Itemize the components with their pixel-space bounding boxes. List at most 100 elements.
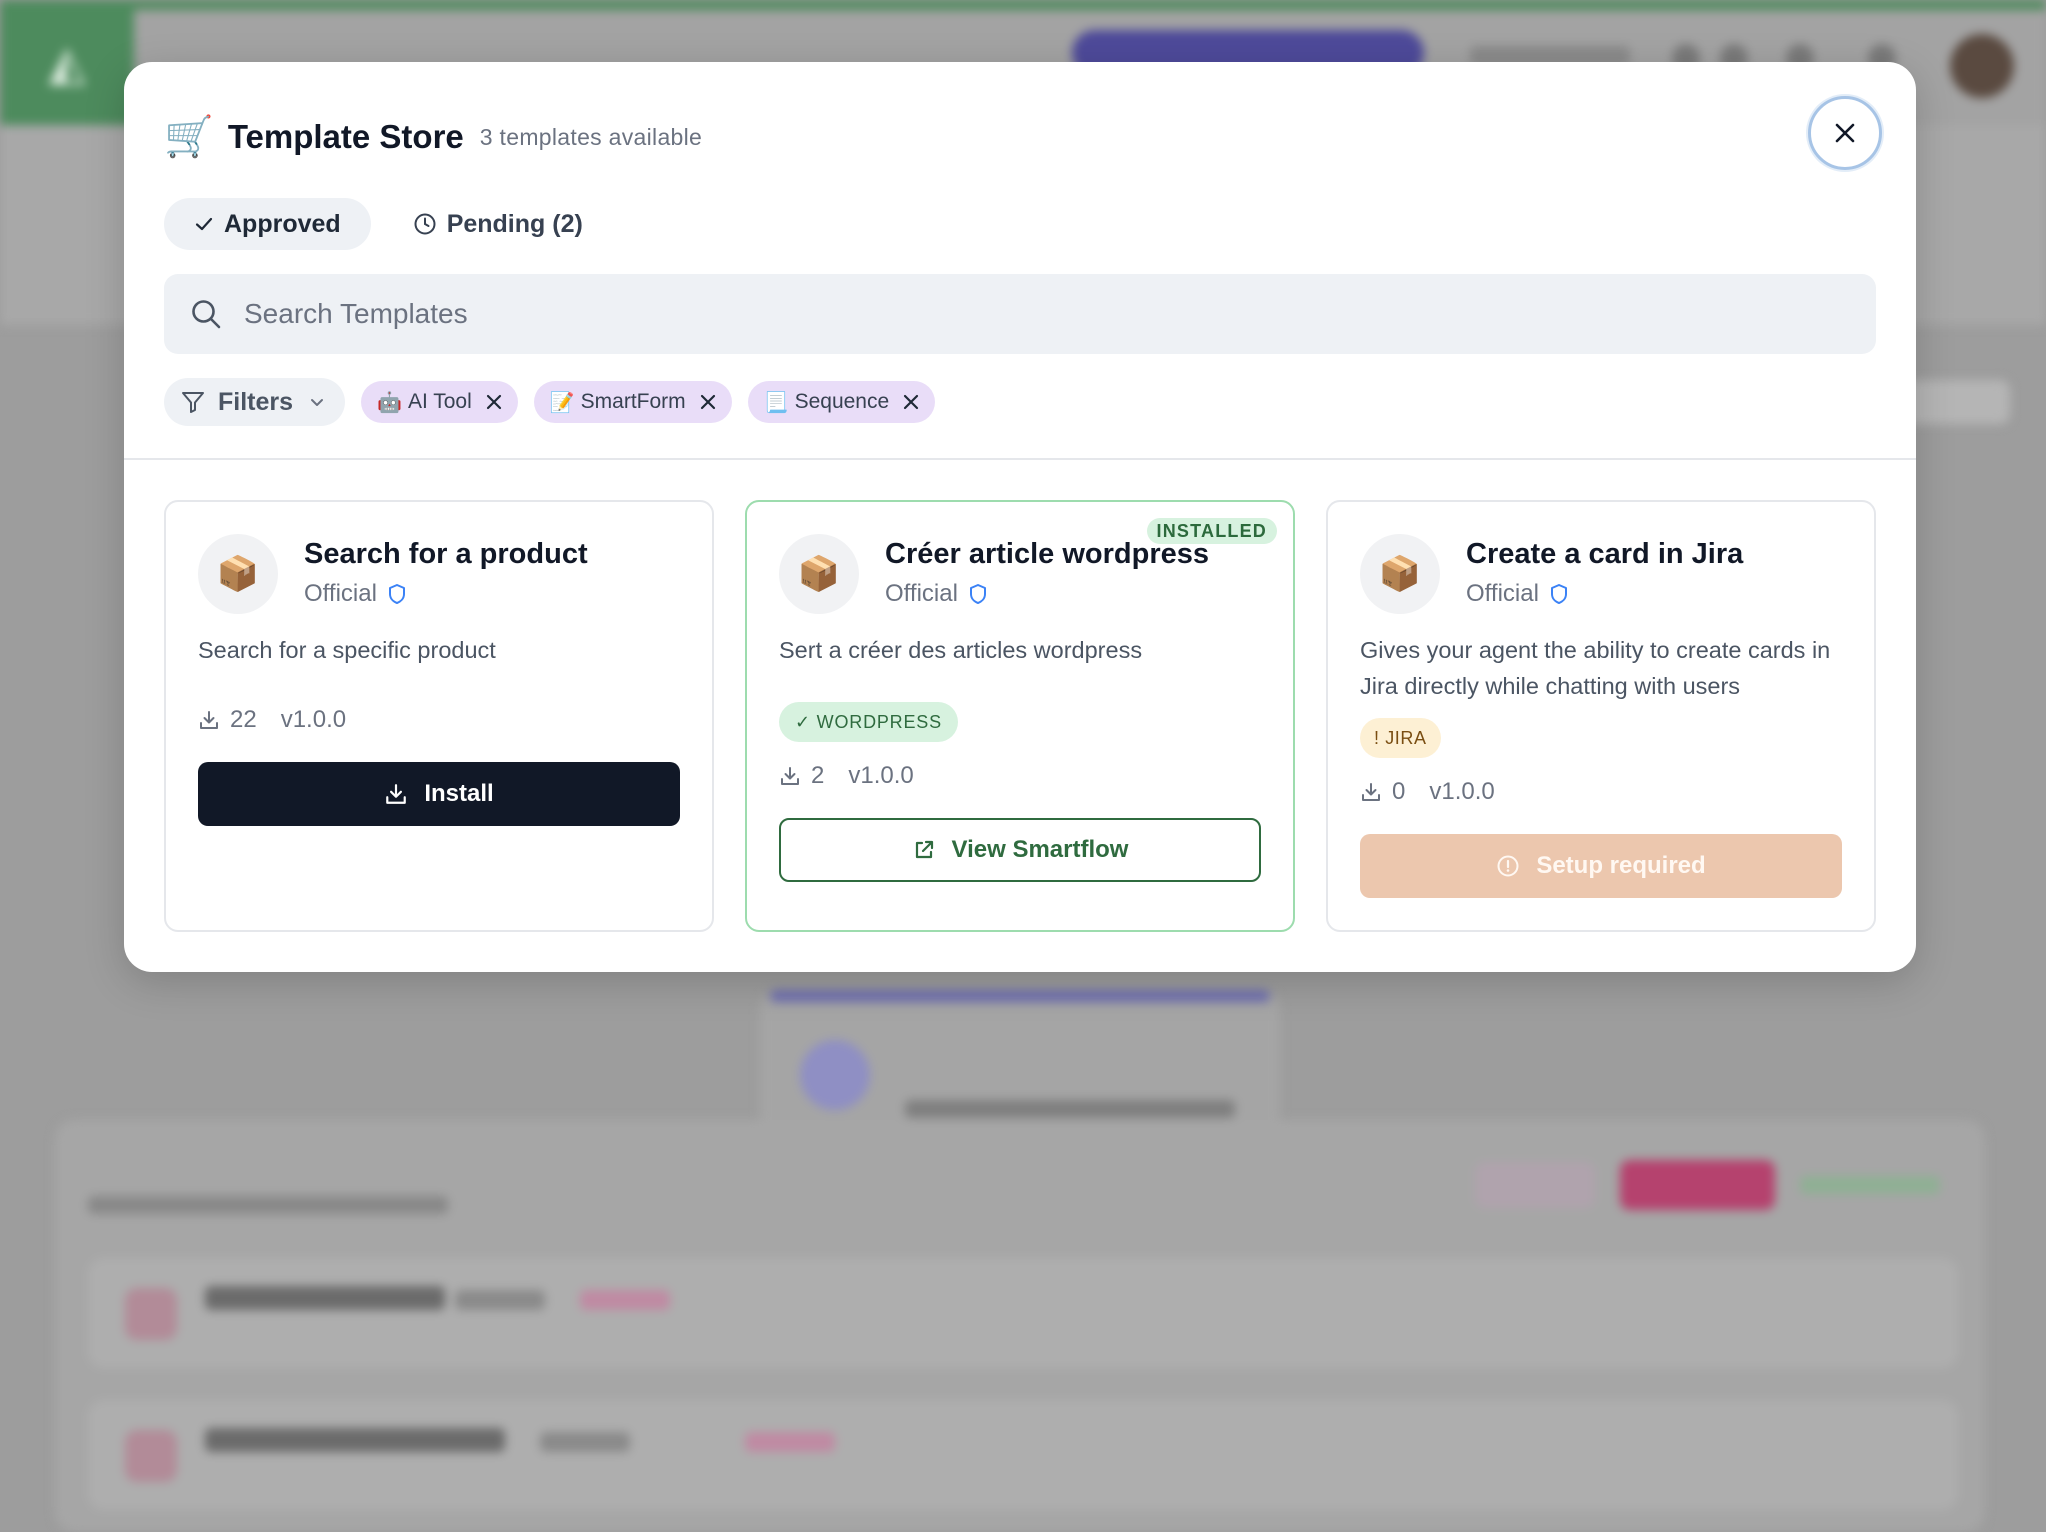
- install-label: Install: [424, 780, 494, 807]
- official-text: Official: [885, 580, 958, 607]
- external-link-icon: [915, 840, 933, 859]
- tab-approved-label: Approved: [224, 209, 341, 238]
- package-icon: 📦: [198, 534, 278, 614]
- bg-row-tag: [455, 1290, 545, 1310]
- tab-approved[interactable]: Approved: [164, 198, 371, 250]
- template-card-installed: INSTALLED 📦 Créer article wordpress Offi…: [745, 500, 1295, 932]
- modal-title: Template Store: [227, 118, 464, 155]
- view-smartflow-label: View Smartflow: [951, 836, 1129, 863]
- bg-row-title: [205, 1286, 445, 1310]
- modal-divider: [124, 458, 1916, 460]
- template-count: 3 templates available: [479, 123, 703, 150]
- download-count: 2: [779, 762, 824, 790]
- filter-row: Filters 🤖 AI Tool 📝 SmartForm 📃 Sequence: [164, 378, 936, 426]
- filter-chip-label: SmartForm: [580, 390, 686, 413]
- filter-chip-label: Sequence: [794, 390, 890, 413]
- bg-row-tag: [580, 1290, 670, 1310]
- template-card: 📦 Create a card in Jira Official Gives y…: [1326, 500, 1876, 932]
- install-button[interactable]: Install: [198, 762, 680, 826]
- setup-required-button[interactable]: Setup required: [1360, 834, 1842, 898]
- version: v1.0.0: [848, 762, 914, 789]
- download-count-value: 2: [811, 762, 825, 789]
- close-icon: [700, 394, 715, 410]
- modal-header: 🛒 Template Store 3 templates available: [164, 110, 702, 164]
- bg-stat-dot: [800, 1040, 870, 1110]
- close-icon: [486, 394, 501, 410]
- download-count-value: 0: [1392, 778, 1406, 805]
- version: v1.0.0: [280, 706, 347, 733]
- tab-pending-label: Pending (2): [446, 209, 583, 238]
- memo-icon: 📝: [549, 391, 575, 414]
- download-icon: [1362, 783, 1380, 801]
- bg-row-tag: [540, 1432, 630, 1452]
- filters-label: Filters: [218, 387, 294, 416]
- bg-row-tag: [745, 1432, 835, 1452]
- bg-row-icon: [125, 1430, 177, 1482]
- remove-filter-button[interactable]: [486, 394, 502, 410]
- page-icon: 📃: [763, 391, 789, 414]
- template-stats: 2 v1.0.0: [779, 762, 914, 790]
- shield-icon: [388, 584, 405, 604]
- cart-icon: 🛒: [164, 115, 214, 159]
- filter-chip-smartform: 📝 SmartForm: [533, 381, 732, 423]
- filters-dropdown[interactable]: Filters: [164, 378, 346, 426]
- template-title: Créer article wordpress: [885, 538, 1209, 570]
- download-count-value: 22: [230, 706, 257, 733]
- search-input[interactable]: [244, 298, 1744, 330]
- tab-pending[interactable]: Pending (2): [383, 198, 613, 250]
- bg-stat-bar: [770, 990, 1270, 1002]
- jira-badge: ! JIRA: [1360, 718, 1441, 758]
- close-icon: [904, 394, 919, 410]
- template-title: Create a card in Jira: [1466, 538, 1744, 570]
- shield-icon: [969, 584, 986, 604]
- official-label: Official: [1466, 580, 1569, 608]
- bg-btn: [1800, 1176, 1940, 1194]
- official-text: Official: [304, 580, 377, 607]
- remove-filter-button[interactable]: [903, 394, 919, 410]
- search-bar: [164, 274, 1876, 354]
- close-icon: [1835, 123, 1855, 143]
- tab-bar: Approved Pending (2): [164, 198, 613, 250]
- filter-chip-sequence: 📃 Sequence: [747, 381, 936, 423]
- alert-circle-icon: [1497, 855, 1519, 877]
- bg-stat-sub: [905, 1100, 1235, 1118]
- check-icon: [195, 217, 213, 231]
- bg-row: [88, 1258, 1958, 1368]
- template-description: Sert a créer des articles wordpress: [779, 637, 1143, 663]
- filter-chip-label: AI Tool: [407, 390, 472, 413]
- official-label: Official: [304, 580, 407, 608]
- template-card: 📦 Search for a product Official Search f…: [164, 500, 714, 932]
- package-icon: 📦: [779, 534, 859, 614]
- bg-top-stripe: [0, 0, 2046, 10]
- template-description: Search for a specific product: [198, 637, 496, 663]
- bg-avatar: [1950, 34, 2014, 98]
- bg-section-sub: [88, 1196, 448, 1214]
- bg-row: [88, 1400, 1958, 1510]
- download-icon: [781, 767, 799, 785]
- bg-btn: [1475, 1162, 1595, 1208]
- bg-btn: [1620, 1160, 1775, 1210]
- remove-filter-button[interactable]: [700, 394, 716, 410]
- clock-icon: [414, 213, 436, 235]
- version: v1.0.0: [1429, 778, 1495, 805]
- bg-row-icon: [125, 1288, 177, 1340]
- package-icon: 📦: [1360, 534, 1440, 614]
- template-store-modal: 🛒 Template Store 3 templates available A…: [124, 62, 1916, 972]
- official-label: Official: [885, 580, 988, 608]
- search-icon: [192, 300, 221, 329]
- download-count: 0: [1360, 778, 1405, 806]
- official-text: Official: [1466, 580, 1539, 607]
- template-stats: 0 v1.0.0: [1360, 778, 1495, 806]
- close-button[interactable]: [1808, 96, 1882, 170]
- view-smartflow-button[interactable]: View Smartflow: [779, 818, 1261, 882]
- bg-logo: ◭: [0, 0, 134, 125]
- shield-icon: [1550, 584, 1567, 604]
- bg-chip: [1900, 380, 2010, 424]
- download-icon: [200, 711, 218, 729]
- bg-row-title: [205, 1428, 505, 1452]
- download-count: 22: [198, 706, 257, 734]
- chevron-down-icon: [311, 399, 324, 406]
- template-description: Gives your agent the ability to create c…: [1360, 637, 1831, 699]
- template-stats: 22 v1.0.0: [198, 706, 346, 734]
- setup-required-label: Setup required: [1536, 852, 1706, 879]
